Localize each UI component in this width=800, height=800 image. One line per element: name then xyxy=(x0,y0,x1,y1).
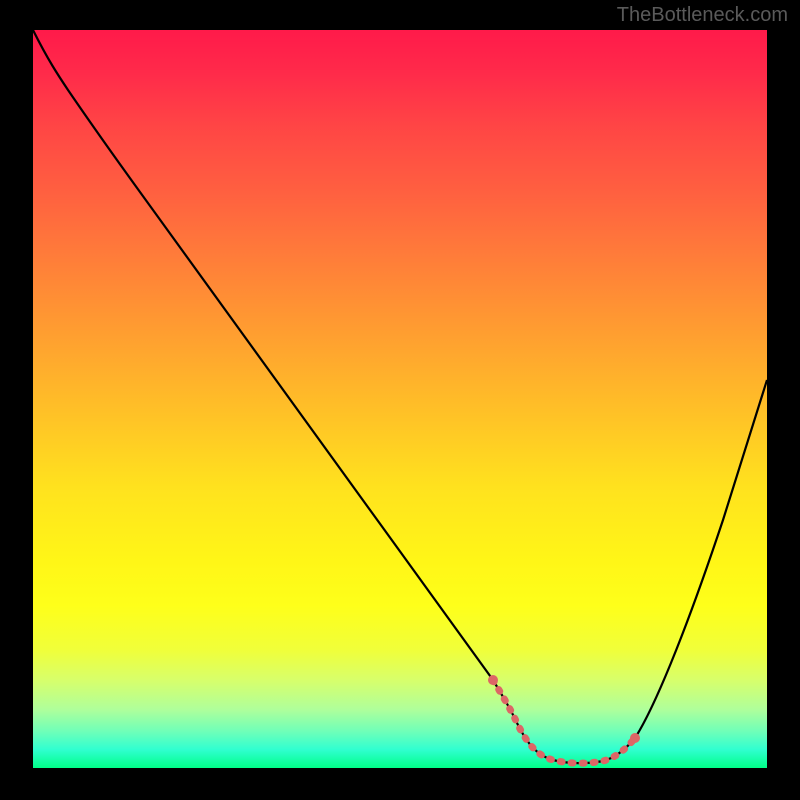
curve-svg xyxy=(33,30,767,768)
highlight-curve xyxy=(493,680,635,763)
plot-area xyxy=(33,30,767,768)
watermark-text: TheBottleneck.com xyxy=(617,4,788,27)
main-curve xyxy=(33,30,767,763)
highlight-dot-right xyxy=(630,733,640,743)
